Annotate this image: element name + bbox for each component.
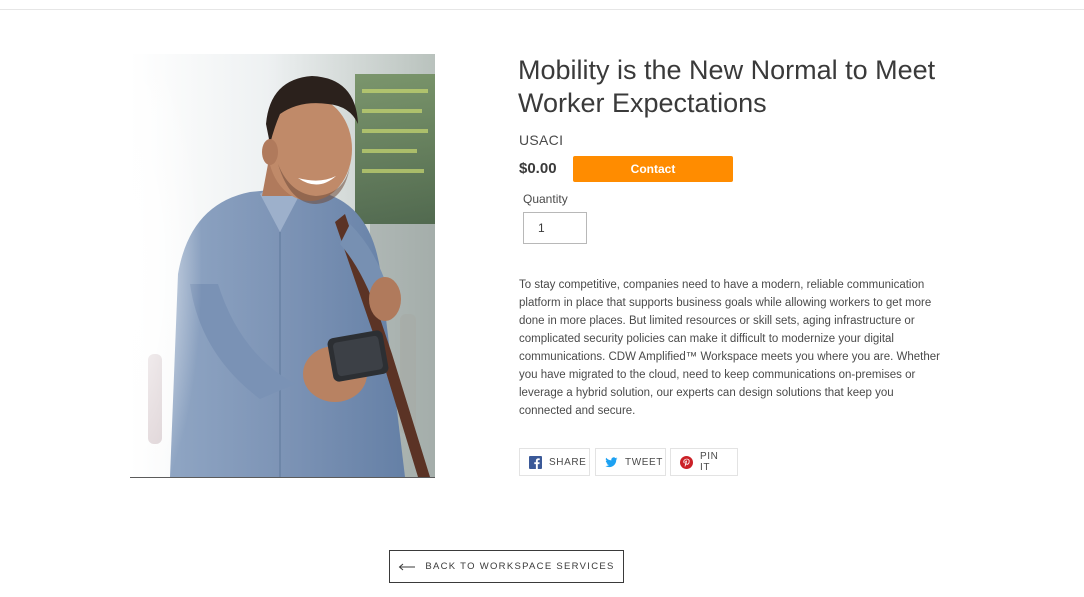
pinterest-icon [680,455,693,469]
quantity-label: Quantity [523,192,568,206]
share-facebook-button[interactable]: SHARE [519,448,590,476]
product-price: $0.00 [519,160,557,177]
back-to-collection-label: BACK TO WORKSPACE SERVICES [425,561,615,572]
twitter-icon [605,456,618,469]
arrow-left-icon [398,563,416,571]
share-pinterest-button[interactable]: PIN IT [670,448,738,476]
product-title: Mobility is the New Normal to Meet Worke… [518,55,936,118]
contact-button[interactable]: Contact [573,156,733,182]
header-divider [0,9,1084,10]
product-description: To stay competitive, companies need to h… [519,279,940,417]
back-to-collection-button[interactable]: BACK TO WORKSPACE SERVICES [389,550,624,583]
share-pinterest-label: PIN IT [700,451,719,473]
facebook-icon [529,455,542,469]
quantity-input[interactable] [523,212,587,244]
share-twitter-button[interactable]: TWEET [595,448,666,476]
product-vendor: USACI [519,132,564,148]
share-facebook-label: SHARE [549,456,587,468]
share-twitter-label: TWEET [625,456,663,468]
product-image [130,54,435,478]
